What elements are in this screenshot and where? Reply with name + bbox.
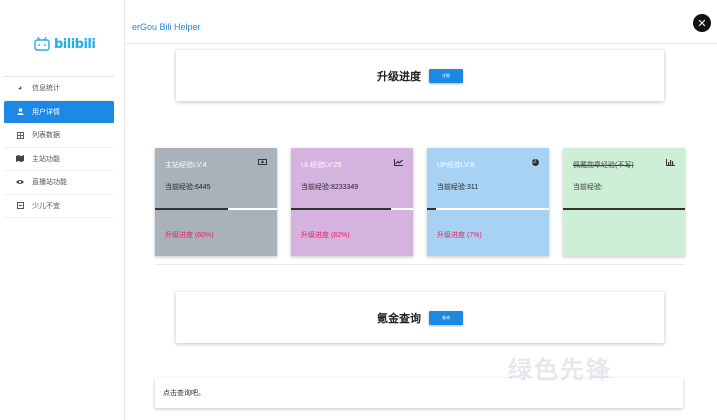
card-title: UP经验LV:8: [437, 162, 475, 169]
medal-exp-card: 佩戴勋章经验(不写) 当前经验:: [563, 148, 685, 256]
money-icon: [258, 159, 267, 167]
table-icon: [16, 131, 24, 139]
user-icon: [16, 108, 24, 116]
progress-fill: [427, 208, 436, 210]
sidebar-item-adult[interactable]: 少儿不宜: [4, 195, 114, 218]
live-exp-card: UL经验LV:25 当前经验:8233349 升级进度 (82%): [291, 148, 413, 256]
card-title: 主站经验LV:4: [165, 162, 207, 169]
logo-text: bilibili: [54, 36, 96, 52]
sidebar-item-label: 信息统计: [32, 85, 60, 93]
progress-bar: [427, 208, 549, 210]
eye-icon: [16, 178, 24, 186]
progress-fill: [563, 208, 685, 210]
bilibili-logo[interactable]: bilibili: [34, 34, 96, 54]
progress-fill: [291, 208, 392, 210]
app-title: erGou Bili Helper: [132, 22, 201, 32]
query-result-text: 点击查询吧。: [163, 390, 205, 397]
close-button[interactable]: ✕: [693, 14, 711, 32]
map-icon: [16, 155, 24, 163]
close-icon: ✕: [697, 17, 707, 30]
sidebar-item-label: 直播站功能: [32, 179, 67, 187]
upgrade-progress-panel: 升级进度 详细: [176, 50, 664, 101]
header: erGou Bili Helper ✕: [125, 0, 717, 44]
card-title: UL经验LV:25: [301, 162, 342, 169]
query-result-box: 点击查询吧。: [155, 378, 683, 408]
up-exp-card: UP经验LV:8 当前经验:311 升级进度 (7%): [427, 148, 549, 256]
sidebar-item-label: 列表数据: [32, 132, 60, 140]
upgrade-progress-title: 升级进度: [377, 70, 421, 83]
gold-query-panel: 氪金查询 查询: [176, 292, 664, 343]
sidebar: bilibili ◕ 信息统计 用户详情 列表数据 主站功能 直播站功能 少儿不…: [0, 0, 119, 420]
sidebar-item-user-details[interactable]: 用户详情: [4, 100, 114, 124]
pie-chart-icon: [532, 159, 539, 168]
card-value: 当前经验:6445: [165, 184, 211, 191]
card-value: 当前经验:: [573, 184, 603, 191]
gold-query-title: 氪金查询: [377, 312, 421, 325]
details-button[interactable]: 详细: [429, 68, 463, 83]
pie-icon: ◕: [17, 84, 23, 92]
line-chart-icon: [394, 159, 403, 168]
sidebar-item-label: 用户详情: [32, 108, 60, 116]
card-value: 当前经验:311: [437, 184, 479, 191]
sidebar-item-info-stats[interactable]: ◕ 信息统计: [4, 77, 114, 101]
sidebar-item-list-data[interactable]: 列表数据: [4, 124, 114, 148]
sidebar-item-live-site[interactable]: 直播站功能: [4, 171, 114, 195]
progress-label: 升级进度 (60%): [165, 232, 214, 239]
sidebar-divider: [124, 0, 125, 420]
card-title: 佩戴勋章经验(不写): [573, 162, 634, 169]
query-button[interactable]: 查询: [429, 310, 463, 325]
progress-bar: [155, 208, 277, 210]
sidebar-item-label: 主站功能: [32, 155, 60, 163]
progress-fill: [155, 208, 229, 210]
progress-label: 升级进度 (7%): [437, 232, 482, 239]
tv-icon: [34, 37, 50, 51]
progress-bar: [563, 208, 685, 210]
progress-bar: [291, 208, 413, 210]
sidebar-nav: ◕ 信息统计 用户详情 列表数据 主站功能 直播站功能 少儿不宜: [4, 76, 114, 218]
card-value: 当前经验:8233349: [301, 184, 359, 191]
sidebar-item-label: 少儿不宜: [32, 202, 60, 210]
progress-label: 升级进度 (82%): [301, 232, 350, 239]
sidebar-item-main-site[interactable]: 主站功能: [4, 148, 114, 171]
section-divider: [155, 264, 685, 265]
main-site-exp-card: 主站经验LV:4 当前经验:6445 升级进度 (60%): [155, 148, 277, 256]
bar-chart-icon: [666, 159, 675, 168]
minus-square-icon: [16, 202, 24, 210]
